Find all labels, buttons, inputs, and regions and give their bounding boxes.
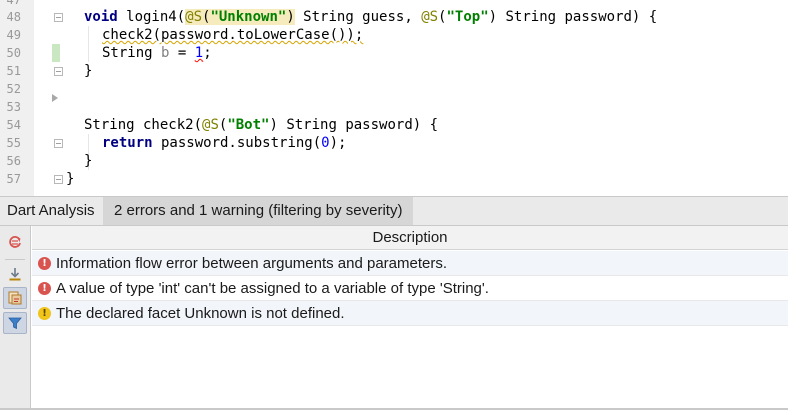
string-literal: "Unknown" — [210, 9, 287, 25]
toolbar-separator — [5, 259, 25, 260]
code-text: ) String password) { — [269, 117, 439, 133]
code-text: password.substring( — [152, 135, 322, 151]
code-editor[interactable]: 47 48 49 50 51 52 53 54 55 56 57 void lo… — [0, 0, 788, 196]
code-line-51[interactable]: } — [84, 62, 92, 80]
code-text: String — [102, 45, 162, 61]
line-number: 48 — [6, 10, 21, 24]
code-line-54[interactable]: String check2(@S("Bot") String password)… — [84, 116, 438, 134]
code-text: ); — [329, 135, 347, 151]
problem-row[interactable]: ! Information flow error between argumen… — [32, 251, 788, 276]
line-number: 53 — [6, 100, 21, 114]
refresh-icon — [9, 236, 21, 248]
keyword: void — [84, 9, 118, 25]
problem-message: Information flow error between arguments… — [56, 254, 448, 272]
warning-icon: ! — [38, 306, 51, 320]
tab-problems-summary[interactable]: 2 errors and 1 warning (filtering by sev… — [103, 197, 414, 225]
error-squiggle-number: 1 — [194, 45, 204, 61]
code-text: = — [169, 45, 195, 61]
tool-window-toolbar — [0, 226, 31, 410]
line-number-gutter: 47 48 49 50 51 52 53 54 55 56 57 — [0, 0, 34, 196]
code-line-55[interactable]: return password.substring(0); — [102, 134, 346, 152]
column-header-label: Description — [372, 229, 448, 246]
line-number: 50 — [6, 46, 21, 60]
annotation: @S — [202, 117, 219, 133]
code-text: String guess, — [294, 9, 422, 25]
fold-collapse-icon[interactable] — [54, 13, 63, 22]
code-line-49[interactable]: check2(password.toLowerCase()); — [102, 26, 363, 44]
line-number: 52 — [6, 82, 21, 96]
fold-collapse-icon[interactable] — [54, 175, 63, 184]
code-text: ) String password) { — [488, 9, 658, 25]
code-text: login4( — [117, 9, 186, 25]
code-text: } — [84, 63, 93, 79]
filter-icon — [8, 317, 22, 330]
line-number: 54 — [6, 118, 21, 132]
line-number: 51 — [6, 64, 21, 78]
problem-message: A value of type 'int' can't be assigned … — [56, 279, 489, 297]
code-line-50[interactable]: String b = 1; — [102, 44, 212, 62]
fold-collapse-icon[interactable] — [54, 139, 63, 148]
string-literal: "Bot" — [227, 117, 270, 133]
annotation: @S — [421, 9, 439, 25]
code-line-57[interactable]: } — [66, 170, 74, 188]
tool-window-title[interactable]: Dart Analysis — [7, 197, 95, 225]
code-text: ; — [203, 45, 212, 61]
fold-expand-arrow-icon[interactable] — [52, 94, 58, 102]
filter-button[interactable] — [3, 312, 27, 334]
fold-collapse-icon[interactable] — [54, 67, 63, 76]
line-number: 49 — [6, 28, 21, 42]
indent-guide — [88, 26, 89, 62]
group-by-file-icon — [8, 291, 22, 305]
autoscroll-icon — [9, 268, 21, 281]
problem-row[interactable]: ! A value of type 'int' can't be assigne… — [32, 276, 788, 301]
code-line-48[interactable]: void login4(@S("Unknown") String guess, … — [84, 8, 657, 26]
annotation: @S — [185, 9, 203, 25]
code-text: } — [66, 171, 75, 187]
error-icon: ! — [38, 256, 51, 270]
problems-table[interactable]: Description ! Information flow error bet… — [32, 226, 788, 410]
line-number: 55 — [6, 136, 21, 150]
line-number: 56 — [6, 154, 21, 168]
change-marker — [52, 44, 60, 62]
code-text: } — [84, 153, 93, 169]
code-text: String check2( — [84, 117, 203, 133]
problem-message: The declared facet Unknown is not define… — [56, 304, 345, 322]
warning-squiggle-text: check2(password.toLowerCase()); — [102, 27, 364, 43]
string-literal: "Top" — [446, 9, 489, 25]
column-header-description[interactable]: Description — [32, 226, 788, 250]
line-number: 57 — [6, 172, 21, 186]
code-text: ) — [286, 9, 295, 25]
number-literal: 0 — [321, 135, 330, 151]
problem-row[interactable]: ! The declared facet Unknown is not defi… — [32, 301, 788, 326]
group-by-file-button[interactable] — [3, 287, 27, 309]
keyword: return — [102, 135, 153, 151]
error-icon: ! — [38, 281, 51, 295]
code-line-56[interactable]: } — [84, 152, 92, 170]
refresh-button[interactable] — [3, 231, 27, 253]
autoscroll-button[interactable] — [3, 263, 27, 285]
tool-window-header: Dart Analysis 2 errors and 1 warning (fi… — [0, 196, 788, 226]
